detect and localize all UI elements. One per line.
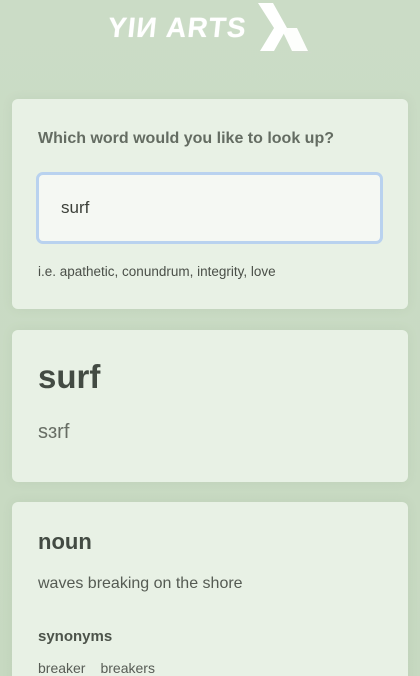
- definition-text: waves breaking on the shore: [38, 575, 243, 592]
- synonym-item: breakers: [100, 660, 155, 676]
- synonym-item: breaker: [38, 660, 86, 676]
- synonyms-list: breaker breakers: [38, 660, 155, 676]
- yin-arts-mark-icon: [258, 3, 313, 53]
- word-heading: surf: [38, 358, 101, 395]
- word-card: surf sɜrf: [12, 330, 408, 482]
- search-input[interactable]: [36, 172, 383, 244]
- search-prompt: Which word would you like to look up?: [38, 130, 334, 147]
- brand-logo: YIИ ARTS: [0, 0, 420, 56]
- meaning-card: noun waves breaking on the shore synonym…: [12, 502, 408, 676]
- phonetic-text: sɜrf: [38, 421, 70, 443]
- search-card: Which word would you like to look up? i.…: [12, 99, 408, 309]
- synonyms-heading: synonyms: [38, 628, 113, 645]
- dictionary-app: YIИ ARTS Which word would you like to lo…: [0, 0, 420, 676]
- part-of-speech: noun: [38, 529, 92, 554]
- brand-name: YIИ ARTS: [106, 12, 248, 43]
- search-hint: i.e. apathetic, conundrum, integrity, lo…: [38, 264, 276, 279]
